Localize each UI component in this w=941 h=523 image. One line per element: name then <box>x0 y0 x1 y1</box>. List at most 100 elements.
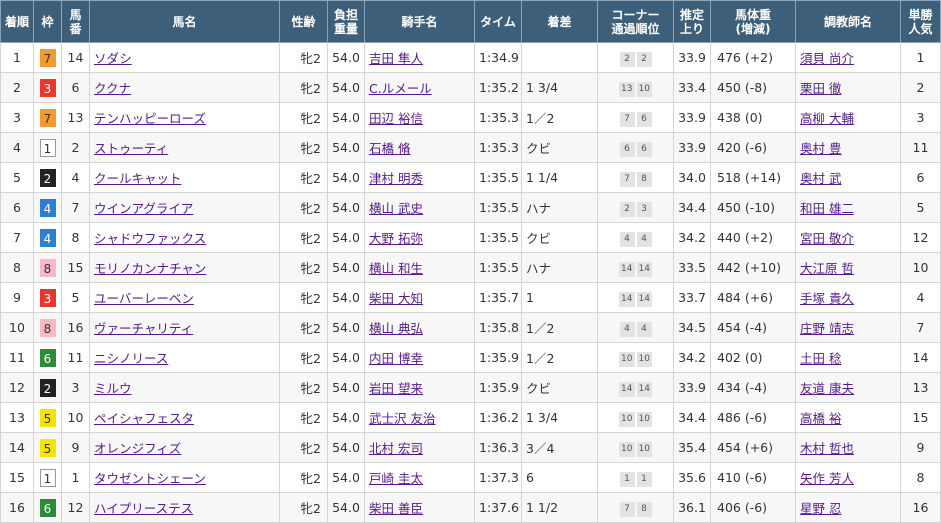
jockey-cell: 岩田 望来 <box>364 372 475 403</box>
jockey-link[interactable]: 田辺 裕信 <box>369 111 423 126</box>
last-3f: 33.5 <box>673 252 711 283</box>
trainer-link[interactable]: 栗田 徹 <box>800 81 841 96</box>
corner-positions: 13 10 <box>597 72 674 103</box>
jockey-link[interactable]: 横山 武史 <box>369 201 423 216</box>
carried-weight: 54.0 <box>327 222 365 253</box>
horse-name-link[interactable]: ストゥーティ <box>94 141 168 156</box>
horse-name-link[interactable]: ソダシ <box>94 51 132 66</box>
corner-position-badge: 14 <box>619 261 635 277</box>
corner-position-badge: 14 <box>636 381 652 397</box>
header-label: タイム <box>480 14 516 29</box>
jockey-link[interactable]: 石橋 脩 <box>369 141 410 156</box>
body-weight: 454 (+6) <box>710 432 796 463</box>
trainer-link[interactable]: 庄野 靖志 <box>800 321 854 336</box>
trainer-link[interactable]: 和田 雄二 <box>800 201 854 216</box>
horse-name-link[interactable]: モリノカンナチャン <box>94 261 206 276</box>
horse-name-link[interactable]: テンハッピーローズ <box>94 111 206 126</box>
corner-positions: 76 <box>597 102 674 133</box>
horse-name-cell: ペイシャフェスタ <box>89 402 280 433</box>
horse-name-link[interactable]: ハイプリーステス <box>94 501 193 516</box>
trainer-link[interactable]: 奥村 武 <box>800 171 841 186</box>
jockey-cell: 北村 宏司 <box>364 432 475 463</box>
finish-time: 1:35.8 <box>474 312 522 343</box>
corner-position-badge: 7 <box>619 501 635 517</box>
finish-time: 1:35.5 <box>474 252 522 283</box>
horse-name-link[interactable]: ヴァーチャリティ <box>94 321 193 336</box>
jockey-link[interactable]: 武士沢 友治 <box>369 411 435 426</box>
jockey-link[interactable]: C.ルメール <box>369 81 432 96</box>
finish-rank: 2 <box>0 72 34 103</box>
waku-badge: 3 <box>39 78 56 97</box>
trainer-link[interactable]: 矢作 芳人 <box>800 471 854 486</box>
jockey-link[interactable]: 横山 典弘 <box>369 321 423 336</box>
body-weight: 454 (-4) <box>710 312 796 343</box>
jockey-link[interactable]: 北村 宏司 <box>369 441 423 456</box>
finish-time: 1:35.9 <box>474 372 522 403</box>
win-popularity: 6 <box>900 162 941 193</box>
finish-rank: 12 <box>0 372 34 403</box>
horse-name-link[interactable]: ユーバーレーベン <box>94 291 194 306</box>
horse-name-link[interactable]: クールキャット <box>94 171 182 186</box>
horse-number: 16 <box>61 312 90 343</box>
waku-badge: 8 <box>39 318 56 337</box>
table-row: 9 3 5 ユーバーレーベン 牝2 54.0 柴田 大知 1:35.7 1 14 14 33.7 484… <box>0 282 941 313</box>
finish-time: 1:35.5 <box>474 192 522 223</box>
horse-name-link[interactable]: ククナ <box>94 81 131 96</box>
horse-name-link[interactable]: ペイシャフェスタ <box>94 411 194 426</box>
jockey-link[interactable]: 横山 和生 <box>369 261 423 276</box>
trainer-link[interactable]: 須貝 尚介 <box>800 51 854 66</box>
body-weight: 440 (+2) <box>710 222 796 253</box>
trainer-link[interactable]: 土田 稔 <box>800 351 841 366</box>
header-label: 馬体重 <box>734 7 771 22</box>
trainer-link[interactable]: 友道 康夫 <box>800 381 854 396</box>
trainer-link[interactable]: 大江原 哲 <box>800 261 854 276</box>
corner-position-badge: 14 <box>619 381 635 397</box>
jockey-cell: 横山 典弘 <box>364 312 475 343</box>
header-trainer: 調教師名 <box>795 0 901 43</box>
margin: 1／2 <box>521 312 598 343</box>
trainer-link[interactable]: 奥村 豊 <box>800 141 841 156</box>
jockey-link[interactable]: 柴田 善臣 <box>369 501 423 516</box>
jockey-link[interactable]: 大野 拓弥 <box>369 231 423 246</box>
horse-name-link[interactable]: オレンジフィズ <box>94 441 181 456</box>
margin: 1 3/4 <box>521 72 598 103</box>
horse-name-link[interactable]: ニシノリース <box>94 351 168 366</box>
corner-positions: 22 <box>597 42 674 73</box>
trainer-link[interactable]: 高柳 大輔 <box>800 111 854 126</box>
carried-weight: 54.0 <box>327 42 365 73</box>
table-row: 11 6 11 ニシノリース 牝2 54.0 内田 博幸 1:35.9 1／2 10 10 34.2 4… <box>0 342 941 373</box>
jockey-link[interactable]: 津村 明秀 <box>369 171 423 186</box>
jockey-link[interactable]: 戸崎 圭太 <box>369 471 423 486</box>
table-row: 4 1 2 ストゥーティ 牝2 54.0 石橋 脩 1:35.3 クビ 6 6 33.9 420 (-6… <box>0 132 941 163</box>
corner-position-badge: 8 <box>636 171 652 187</box>
waku-badge: 6 <box>39 498 56 517</box>
table-row: 16 6 12 ハイプリーステス 牝2 54.0 柴田 善臣 1:37.6 1 1/2 7 8 36.… <box>0 492 941 523</box>
margin: ハナ <box>521 252 598 283</box>
last-3f: 33.9 <box>673 132 711 163</box>
trainer-cell: 土田 稔 <box>795 342 901 373</box>
jockey-cell: 柴田 善臣 <box>364 492 475 523</box>
trainer-link[interactable]: 星野 忍 <box>800 501 841 516</box>
carried-weight: 54.0 <box>327 402 365 433</box>
win-popularity: 7 <box>900 312 941 343</box>
horse-name-link[interactable]: タウゼントシェーン <box>94 471 206 486</box>
header-margin: 着差 <box>521 0 598 43</box>
horse-name-link[interactable]: ウインアグライア <box>94 201 193 216</box>
waku-cell: 2 <box>33 372 62 403</box>
finish-rank: 4 <box>0 132 34 163</box>
trainer-link[interactable]: 宮田 敬介 <box>800 231 854 246</box>
trainer-link[interactable]: 木村 哲也 <box>800 441 854 456</box>
waku-cell: 4 <box>33 192 62 223</box>
jockey-link[interactable]: 岩田 望来 <box>369 381 423 396</box>
horse-name-link[interactable]: ミルウ <box>94 381 132 396</box>
trainer-link[interactable]: 高橋 裕 <box>800 411 841 426</box>
horse-name-cell: ミルウ <box>89 372 280 403</box>
jockey-link[interactable]: 吉田 隼人 <box>369 51 423 66</box>
header-label: 着差 <box>547 14 572 29</box>
corner-position-badge: 2 <box>619 201 635 217</box>
horse-name-link[interactable]: シャドウファックス <box>94 231 206 246</box>
jockey-link[interactable]: 柴田 大知 <box>369 291 423 306</box>
margin: クビ <box>521 132 598 163</box>
jockey-link[interactable]: 内田 博幸 <box>369 351 423 366</box>
trainer-link[interactable]: 手塚 貴久 <box>800 291 854 306</box>
